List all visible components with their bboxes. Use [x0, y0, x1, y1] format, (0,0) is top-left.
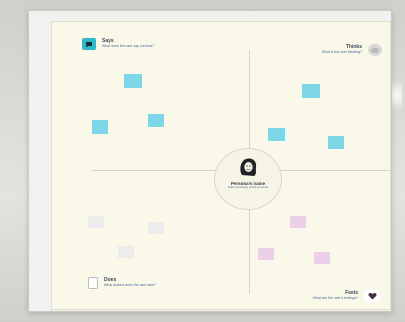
- sticky-note[interactable]: [118, 246, 134, 258]
- sticky-note[interactable]: [302, 84, 320, 98]
- persona-description: Short summary of the persona: [227, 185, 269, 189]
- sticky-note[interactable]: [92, 120, 108, 134]
- sticky-note[interactable]: [124, 74, 142, 88]
- empathy-map-board[interactable]: Says What does the user say out loud? Th…: [51, 21, 391, 310]
- persona-card[interactable]: Persona's name Short summary of the pers…: [214, 148, 282, 210]
- sticky-note[interactable]: [148, 114, 164, 127]
- thinks-question: What is the user thinking?: [321, 50, 362, 54]
- clipboard-icon: [88, 277, 98, 289]
- says-question: What does the user say out loud?: [102, 44, 155, 48]
- feels-question: What are the user's feelings?: [312, 296, 358, 300]
- sticky-note[interactable]: [88, 216, 104, 228]
- does-section-header: Does What actions does the user take?: [88, 277, 156, 289]
- app-window: Says What does the user say out loud? Th…: [28, 10, 392, 312]
- person-avatar-icon: [236, 155, 260, 179]
- sticky-note[interactable]: [290, 216, 306, 228]
- speech-bubble-icon: [82, 38, 96, 50]
- sticky-note[interactable]: [314, 252, 330, 264]
- does-question: What actions does the user take?: [104, 283, 156, 287]
- sticky-note[interactable]: [268, 128, 285, 141]
- thought-cloud-icon: [368, 44, 382, 56]
- sticky-note[interactable]: [328, 136, 344, 149]
- heart-icon: [364, 290, 380, 302]
- sticky-note[interactable]: [148, 222, 164, 234]
- sticky-note[interactable]: [258, 248, 274, 260]
- thinks-section-header: Thinks What is the user thinking?: [322, 44, 382, 56]
- says-section-header: Says What does the user say out loud?: [82, 38, 154, 50]
- feels-section-header: Feels What are the user's feelings?: [313, 290, 380, 302]
